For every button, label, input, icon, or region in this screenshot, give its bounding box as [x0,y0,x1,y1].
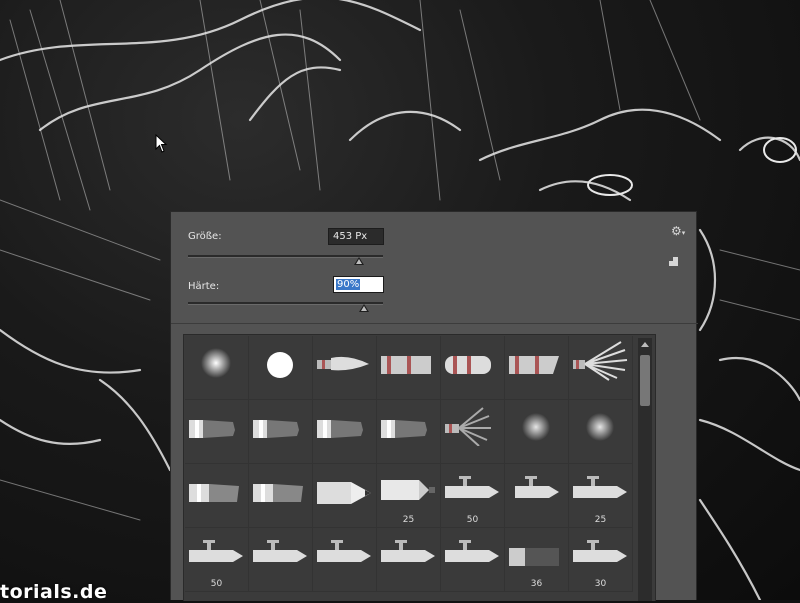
brush-preset-airbrush[interactable] [249,528,313,592]
brush-tip-icon [381,420,427,438]
gear-icon[interactable]: ⚙▾ [671,224,685,238]
hardness-label: Härte: [188,281,220,292]
brush-preset-pencil-long[interactable]: 25 [377,464,441,528]
brush-size-label: 30 [594,579,607,589]
new-preset-icon[interactable] [669,257,678,266]
brush-preset-bristle-brush[interactable] [185,400,249,464]
size-slider-thumb[interactable] [354,257,364,265]
brush-tip-icon [253,484,303,502]
hardness-slider[interactable] [188,302,383,305]
brush-tip-icon [515,476,559,498]
brush-size-label: 50 [210,579,223,589]
brush-tip-icon [586,413,614,441]
brush-preset-soft-round-large[interactable] [505,400,569,464]
brush-tip-icon [509,356,559,374]
brush-size-label: 50 [466,515,479,525]
brush-tip-icon [253,420,299,438]
brush-tip-icon [522,413,550,441]
brush-preset-airbrush[interactable] [377,528,441,592]
brush-preset-airbrush[interactable] [441,528,505,592]
brush-preset-bristle-dark[interactable]: 36 [505,528,569,592]
brush-tip-icon [317,482,371,504]
brush-size-label: 36 [530,579,543,589]
brush-tip-icon [445,407,491,446]
brush-preset-bristle-brush[interactable] [313,400,377,464]
hardness-value: 90% [336,279,361,290]
hardness-input[interactable]: 90% [333,276,384,293]
brush-preset-soft-round-large[interactable] [569,400,633,464]
brush-tip-icon [317,420,363,438]
brush-preset-flat-brush[interactable] [377,336,441,400]
brush-tip-icon [573,540,627,562]
brush-size-label: 25 [402,515,415,525]
scrollbar-thumb[interactable] [640,355,650,406]
brush-tip-icon [381,356,431,374]
brush-tip-icon [189,540,243,562]
brush-preset-fan-brush-small[interactable] [441,400,505,464]
size-input[interactable]: 453 Px [328,228,384,245]
brush-preset-bristle-brush[interactable] [249,400,313,464]
hardness-slider-thumb[interactable] [359,304,369,312]
brush-tip-icon [381,480,435,500]
brush-preset-bristle-wide[interactable] [185,464,249,528]
brush-tip-icon [317,540,371,562]
brush-tip-icon [201,348,231,378]
brush-preset-airbrush[interactable]: 30 [569,528,633,592]
brush-grid-scrollbar[interactable] [638,338,652,601]
brush-size-label: 25 [594,515,607,525]
brush-preset-picker: Größe: 453 Px Härte: 90% ⚙▾ 25 50 25 50 36 30 [170,211,698,601]
brush-tip-icon [573,341,628,381]
brush-tip-icon [381,540,435,562]
brush-preset-round-flat-brush[interactable] [441,336,505,400]
brush-tip-icon [189,484,239,502]
mouse-cursor-icon [155,133,169,154]
size-label: Größe: [188,231,222,242]
brush-preset-soft-round[interactable] [185,336,249,400]
brush-preset-fan-brush[interactable] [569,336,633,400]
brush-preset-airbrush[interactable]: 50 [185,528,249,592]
brush-grid-container: 25 50 25 50 36 30 [183,334,656,601]
brush-tip-icon [253,540,307,562]
brush-preset-airbrush-short[interactable] [505,464,569,528]
brush-tip-icon [445,540,499,562]
brush-preset-airbrush[interactable]: 25 [569,464,633,528]
brush-preset-bristle-wide[interactable] [249,464,313,528]
brush-preset-airbrush[interactable]: 50 [441,464,505,528]
brush-preset-bristle-brush[interactable] [377,400,441,464]
brush-tip-icon [189,420,235,438]
brush-preset-airbrush[interactable] [313,528,377,592]
divider [171,323,698,324]
brush-tip-icon [317,356,369,371]
brush-preset-pointed-brush[interactable] [313,336,377,400]
brush-tip-icon [445,356,491,374]
scroll-up-icon[interactable] [641,342,649,347]
brush-preset-hard-round[interactable] [249,336,313,400]
brush-tip-icon [509,548,559,566]
brush-preset-pencil[interactable] [313,464,377,528]
brush-preset-angled-brush[interactable] [505,336,569,400]
brush-grid: 25 50 25 50 36 30 [185,336,633,592]
brush-tip-icon [445,476,499,498]
brush-tip-icon [267,352,293,378]
brush-tip-icon [573,476,627,498]
